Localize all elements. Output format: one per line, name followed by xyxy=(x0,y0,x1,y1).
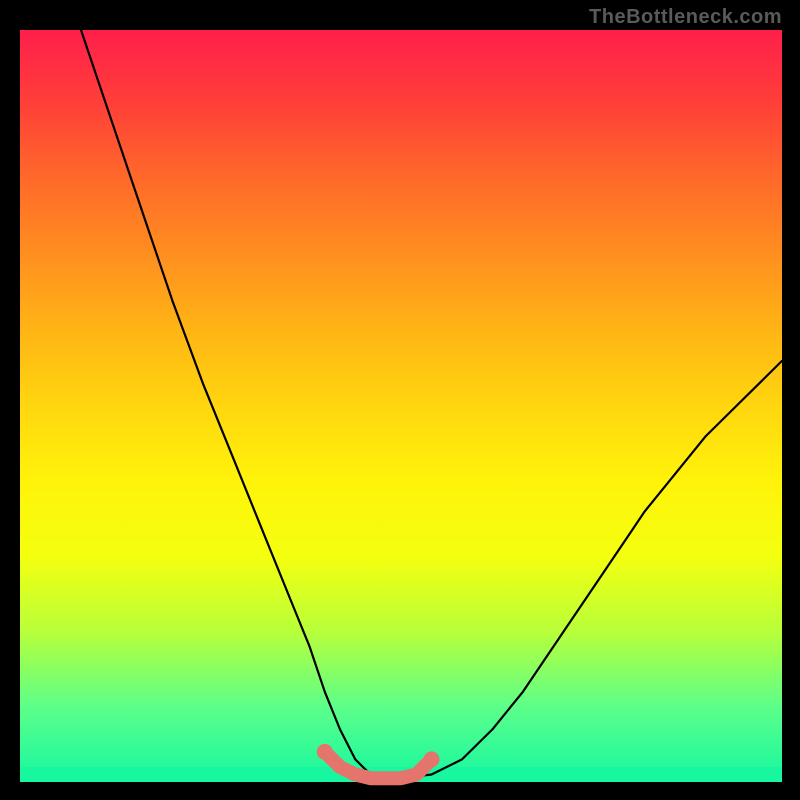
chart-stage: TheBottleneck.com xyxy=(0,0,800,800)
bottleneck-chart xyxy=(0,0,800,800)
watermark-text: TheBottleneck.com xyxy=(589,6,782,29)
plot-background xyxy=(20,30,782,782)
optimal-range-endpoint xyxy=(317,744,333,760)
optimal-range-endpoint xyxy=(424,751,440,767)
